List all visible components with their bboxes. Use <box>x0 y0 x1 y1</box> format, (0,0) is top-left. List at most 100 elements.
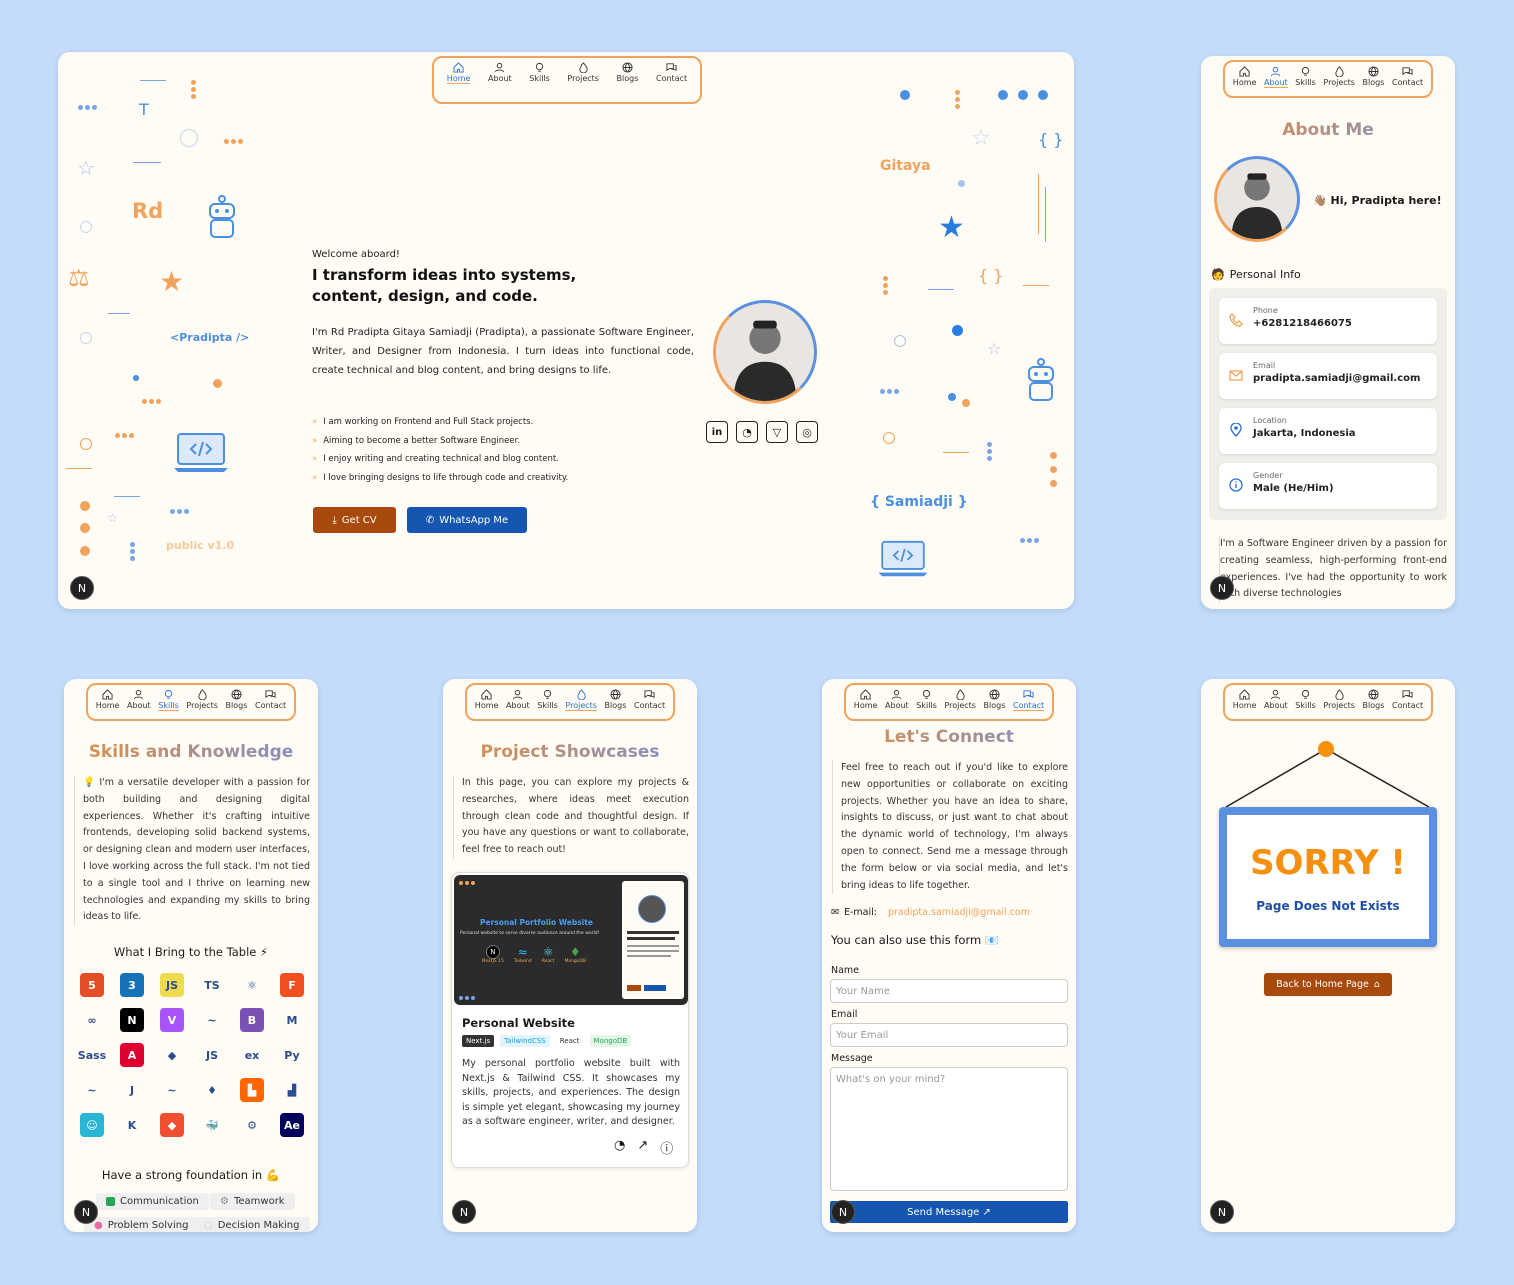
message-textarea[interactable]: What's on your mind? <box>830 1067 1068 1191</box>
linkedin-icon[interactable]: in <box>706 421 728 443</box>
nav-contact[interactable]: Contact <box>1392 689 1423 710</box>
braces-decor: { } <box>978 266 1004 285</box>
email-input[interactable]: Your Email <box>830 1023 1068 1047</box>
nav-projects[interactable]: Projects <box>944 689 976 710</box>
list-item: » I am working on Frontend and Full Stack… <box>312 417 534 427</box>
name-input[interactable]: Your Name <box>830 979 1068 1003</box>
bulb-icon <box>543 689 552 699</box>
dots-decor <box>998 90 1048 100</box>
external-link-icon[interactable]: ↗ <box>637 1138 648 1157</box>
contact-intro: Feel free to reach out if you'd like to … <box>832 760 1068 895</box>
info-email: Email pradipta.samiadji@gmail.com <box>1219 353 1437 399</box>
nav-skills[interactable]: Skills <box>1295 66 1316 87</box>
chat-icon <box>265 690 276 699</box>
user-emoji-icon: 🧑 <box>1211 268 1225 281</box>
nav-home[interactable]: Home <box>475 689 498 710</box>
get-cv-button[interactable]: ⤓ Get CV <box>313 507 396 533</box>
nav-skills[interactable]: Skills <box>537 689 558 710</box>
page-title: Project Showcases <box>443 742 697 762</box>
nav-skills[interactable]: Skills <box>1295 689 1316 710</box>
dot-decor <box>958 180 965 187</box>
nav-blogs[interactable]: Blogs <box>1363 66 1384 87</box>
github-icon[interactable]: ◔ <box>614 1138 625 1157</box>
nav-projects[interactable]: Projects <box>1323 689 1355 710</box>
home-icon <box>860 689 871 700</box>
home-icon: ⌂ <box>1373 979 1380 990</box>
dot-decor <box>948 393 956 401</box>
whatsapp-button[interactable]: ✆ WhatsApp Me <box>407 507 527 533</box>
skill-icon: Sass <box>77 1048 107 1062</box>
dot-decor <box>213 379 222 388</box>
nav-contact[interactable]: Contact <box>255 689 286 710</box>
nav-about[interactable]: About <box>506 689 530 710</box>
home-icon <box>481 689 492 700</box>
nav-contact[interactable]: Contact <box>1013 689 1045 712</box>
nav-skills[interactable]: Skills <box>916 689 937 710</box>
nav-blogs[interactable]: Blogs <box>226 689 247 710</box>
home-nav: Home About Skills Projects Blogs Contact <box>432 56 702 104</box>
nav-contact[interactable]: Contact <box>634 689 665 710</box>
nextjs-badge[interactable]: N <box>452 1200 476 1224</box>
project-card[interactable]: Personal Portfolio Website Personal webs… <box>451 872 689 1168</box>
nav-projects[interactable]: Projects <box>565 689 597 712</box>
circle-decor <box>180 129 198 147</box>
nav-home[interactable]: Home <box>1233 689 1256 710</box>
nav-about[interactable]: About <box>885 689 909 710</box>
nav-contact[interactable]: Contact <box>656 62 687 83</box>
back-home-button[interactable]: Back to Home Page ⌂ <box>1264 973 1392 996</box>
nextjs-badge[interactable]: N <box>1210 1200 1234 1224</box>
sorry-sign: SORRY ! Page Does Not Exists <box>1219 807 1437 947</box>
nav-blogs[interactable]: Blogs <box>617 62 638 83</box>
nav-blogs[interactable]: Blogs <box>605 689 626 710</box>
user-icon <box>1271 689 1281 700</box>
nav-blogs[interactable]: Blogs <box>984 689 1005 710</box>
nav-skills[interactable]: Skills <box>529 62 550 83</box>
nextjs-badge[interactable]: N <box>831 1200 855 1224</box>
nextjs-badge[interactable]: N <box>74 1200 98 1224</box>
email-link[interactable]: pradipta.samiadji@gmail.com <box>888 907 1030 918</box>
nav-home[interactable]: Home <box>446 62 471 85</box>
list-item: » I love bringing designs to life through… <box>312 472 569 483</box>
nav-projects[interactable]: Projects <box>1323 66 1355 87</box>
nextjs-badge[interactable]: N <box>1210 576 1234 600</box>
vdots-decor <box>191 80 196 99</box>
nav-home[interactable]: Home <box>854 689 877 710</box>
instagram-icon[interactable]: ◎ <box>796 421 818 443</box>
skills-panel: Home About Skills Projects Blogs Contact… <box>64 679 318 1232</box>
flame-icon <box>198 689 207 700</box>
not-found-message: Page Does Not Exists <box>1256 899 1400 913</box>
send-message-button[interactable]: Send Message ↗ <box>830 1201 1068 1223</box>
dots-decor <box>142 399 161 404</box>
dot-decor <box>133 375 139 381</box>
vdots-decor <box>955 90 960 109</box>
phone-icon: ✆ <box>425 514 435 526</box>
nav-about[interactable]: About <box>1264 689 1288 710</box>
home-panel: Home About Skills Projects Blogs Contact… <box>58 52 1074 609</box>
gitlab-icon[interactable]: ▽ <box>766 421 788 443</box>
nav-skills[interactable]: Skills <box>158 689 179 712</box>
nextjs-badge[interactable]: N <box>70 576 94 600</box>
dots-decor <box>224 139 243 144</box>
flame-icon <box>579 62 588 73</box>
nav-contact[interactable]: Contact <box>1392 66 1423 87</box>
nav-home[interactable]: Home <box>1233 66 1256 87</box>
page-title: Skills and Knowledge <box>64 742 318 762</box>
nav-projects[interactable]: Projects <box>186 689 218 710</box>
info-icon[interactable]: ⓘ <box>660 1138 673 1157</box>
chip-communication: Communication <box>96 1193 209 1210</box>
info-gender: Gender Male (He/Him) <box>1219 463 1437 509</box>
dots-decor <box>170 509 189 514</box>
mongodb-icon: ♦ <box>569 945 581 959</box>
nav-about[interactable]: About <box>127 689 151 710</box>
nav-home[interactable]: Home <box>96 689 119 710</box>
bubble-icon: ○ <box>204 1220 213 1231</box>
nav-about[interactable]: About <box>488 62 512 83</box>
circle-decor <box>883 432 895 444</box>
skill-icon: A <box>120 1043 144 1067</box>
nav-blogs[interactable]: Blogs <box>1363 689 1384 710</box>
line-decor <box>1023 285 1049 286</box>
github-icon[interactable]: ◔ <box>736 421 758 443</box>
nav-projects[interactable]: Projects <box>567 62 599 83</box>
nav-about[interactable]: About <box>1264 66 1288 89</box>
star-outline-icon: ☆ <box>987 339 1002 358</box>
